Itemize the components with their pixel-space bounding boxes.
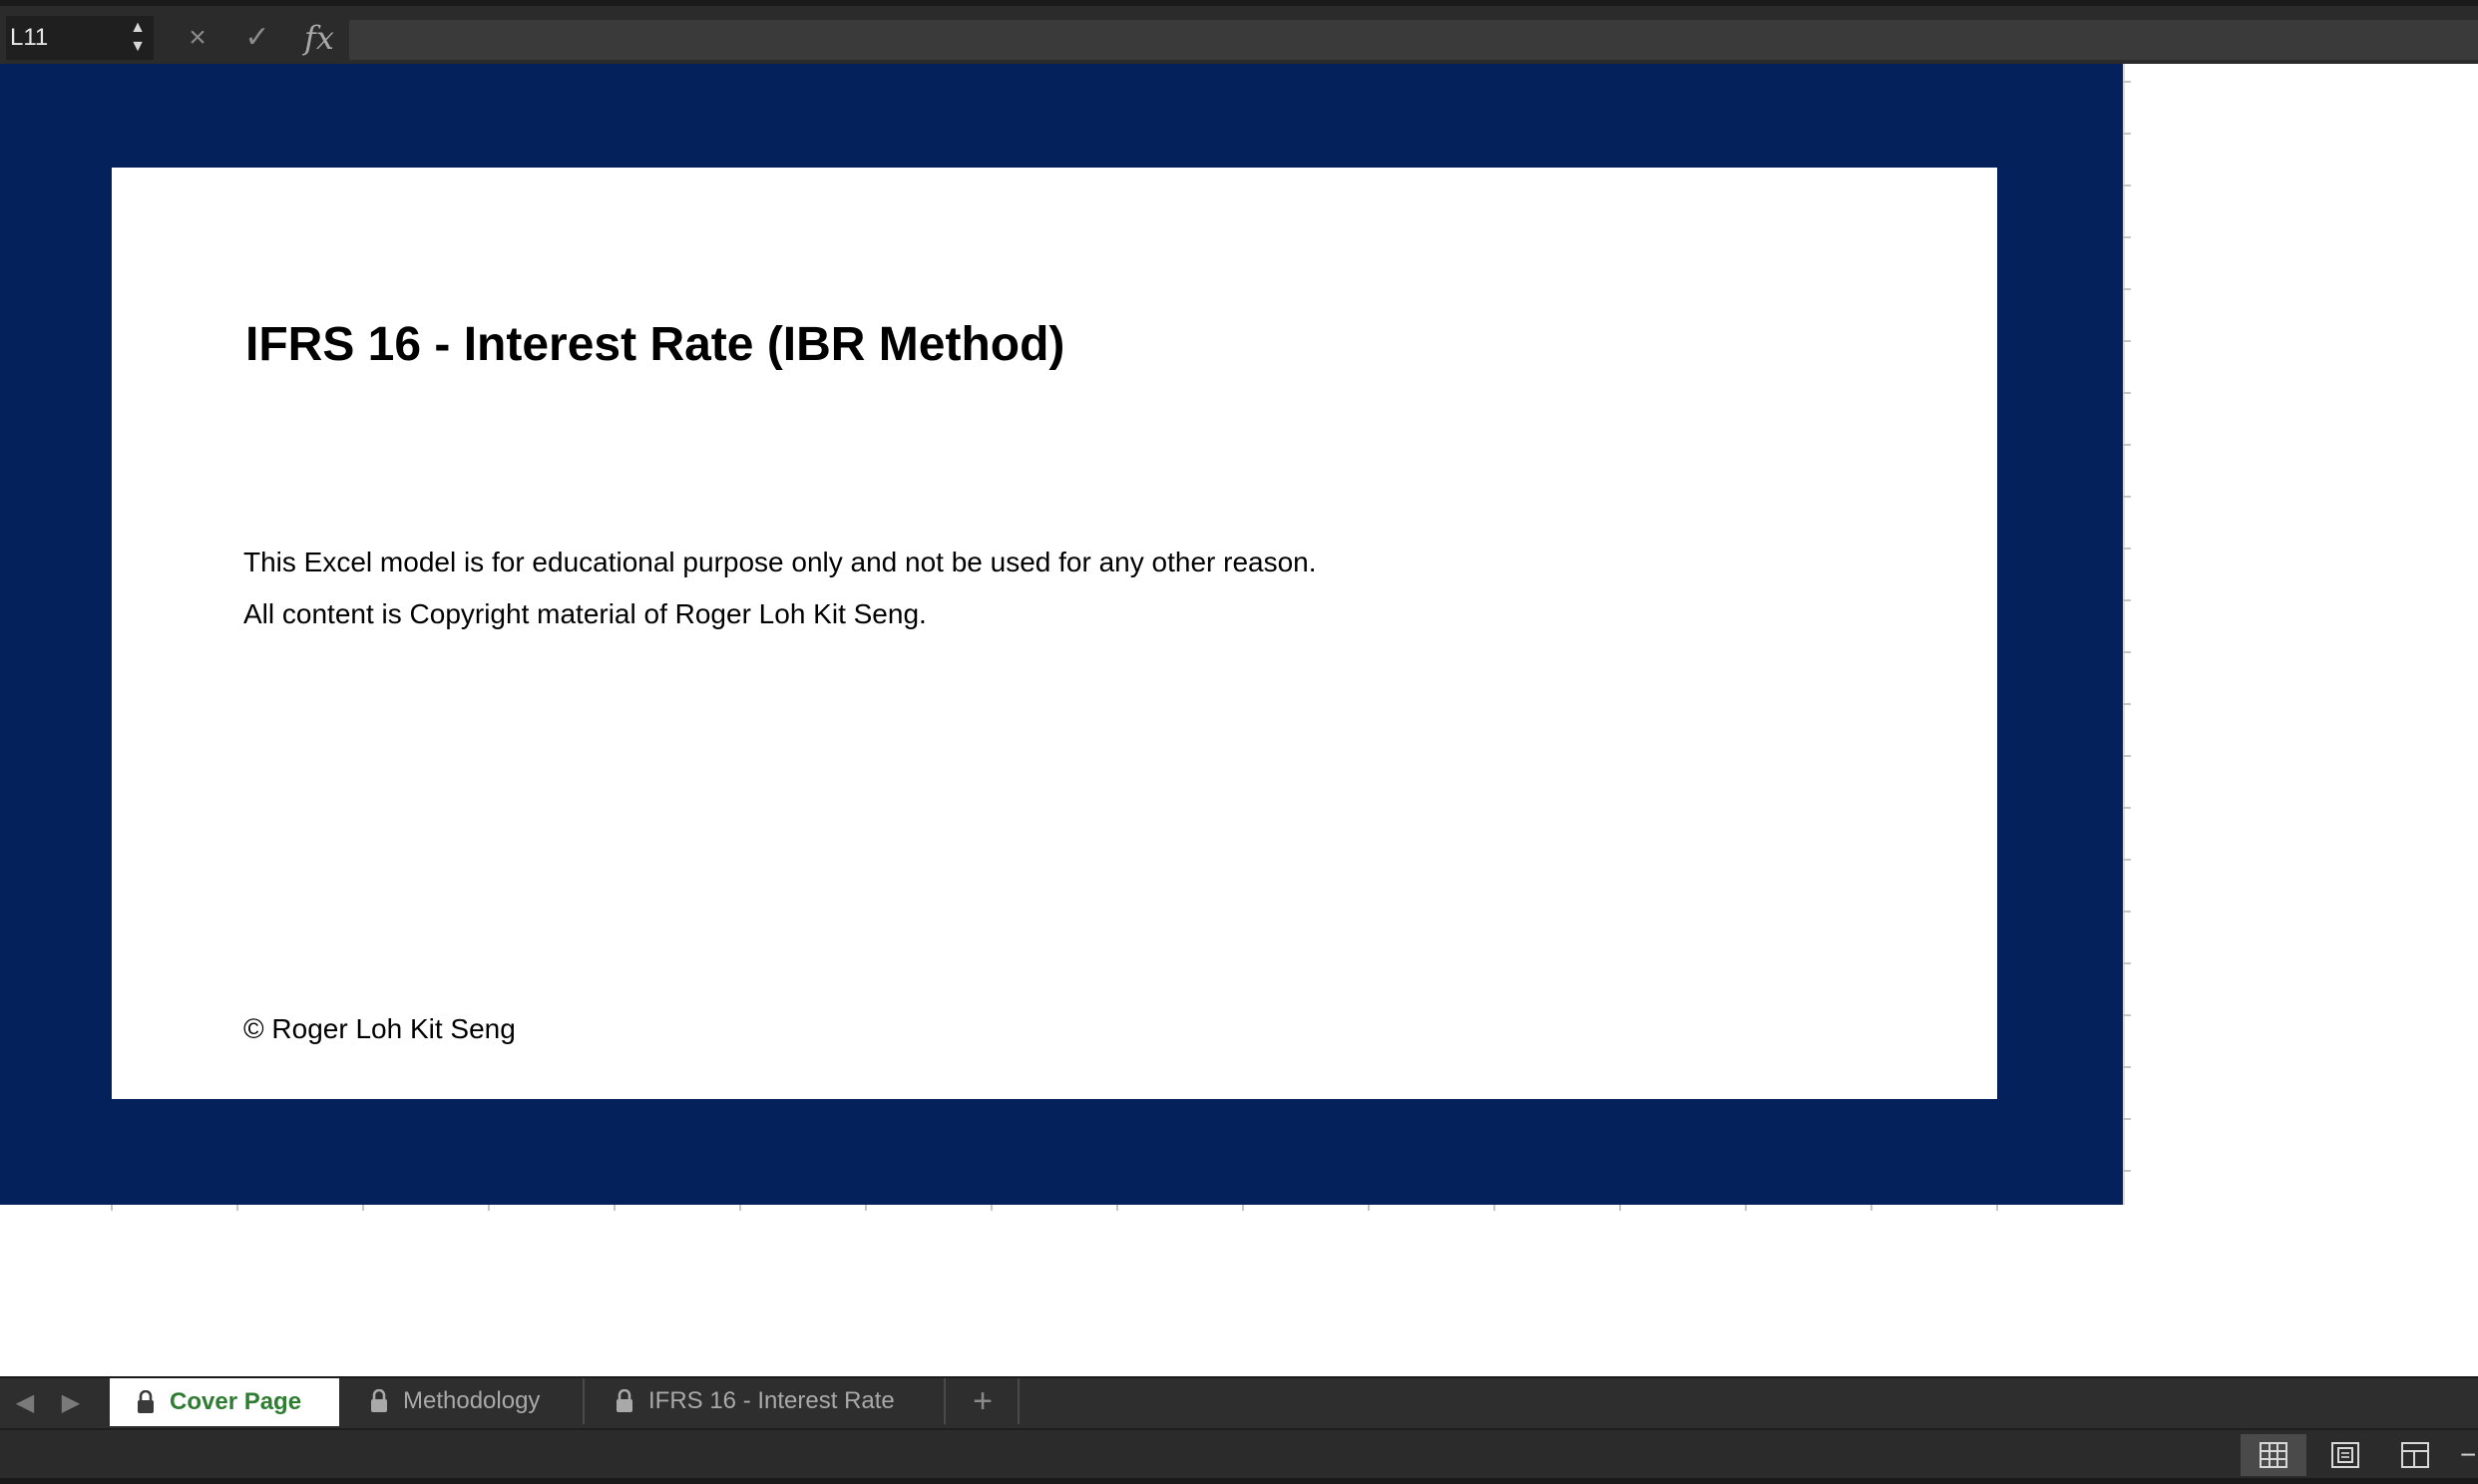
- disclaimer-line-1[interactable]: This Excel model is for educational purp…: [243, 547, 1317, 578]
- tab-methodology[interactable]: Methodology: [339, 1378, 585, 1424]
- row-gridline-ticks: [2123, 81, 2131, 1172]
- page-layout-view-button[interactable]: [2312, 1434, 2378, 1476]
- tab-label: Cover Page: [170, 1388, 302, 1415]
- formula-input[interactable]: [349, 20, 2478, 60]
- status-bar: −: [0, 1428, 2478, 1484]
- page-break-view-icon: [2401, 1442, 2429, 1468]
- lock-icon: [138, 1390, 154, 1413]
- add-sheet-button[interactable]: +: [948, 1378, 1020, 1424]
- column-gridline-ticks: [111, 1205, 1998, 1211]
- cover-title[interactable]: IFRS 16 - Interest Rate (IBR Method): [245, 317, 1064, 372]
- previous-sheet-icon[interactable]: ◀: [10, 1388, 40, 1418]
- normal-view-button[interactable]: [2241, 1434, 2306, 1476]
- sheet-tab-bar: ◀ ▶ Cover Page Methodology IFRS 16 - Int…: [0, 1376, 2478, 1428]
- page-layout-view-icon: [2331, 1442, 2359, 1468]
- tab-label: Methodology: [403, 1387, 541, 1414]
- name-box-stepper-icon[interactable]: ▲ ▼: [126, 18, 150, 60]
- insert-function-icon[interactable]: fx: [299, 16, 339, 60]
- cell-reference: L11: [10, 24, 49, 51]
- cancel-icon[interactable]: ×: [180, 16, 215, 60]
- worksheet-grid[interactable]: IFRS 16 - Interest Rate (IBR Method) Thi…: [0, 64, 2478, 1376]
- window-bottom-edge: [0, 1478, 2478, 1484]
- next-sheet-icon[interactable]: ▶: [56, 1388, 86, 1418]
- lock-icon: [371, 1389, 387, 1412]
- normal-view-icon: [2260, 1442, 2287, 1468]
- zoom-out-button[interactable]: −: [2460, 1434, 2478, 1476]
- disclaimer-line-2[interactable]: All content is Copyright material of Rog…: [243, 598, 927, 630]
- copyright-notice[interactable]: © Roger Loh Kit Seng: [243, 1013, 516, 1045]
- formula-bar: L11 ▲ ▼ × ✓ fx: [0, 0, 2478, 70]
- lock-icon: [617, 1389, 632, 1412]
- confirm-icon[interactable]: ✓: [239, 16, 275, 60]
- cover-content-panel: IFRS 16 - Interest Rate (IBR Method) Thi…: [112, 168, 1997, 1099]
- page-break-view-button[interactable]: [2382, 1434, 2448, 1476]
- tab-label: IFRS 16 - Interest Rate: [648, 1387, 895, 1414]
- tab-cover-page[interactable]: Cover Page: [110, 1378, 339, 1426]
- tab-ifrs16-interest-rate[interactable]: IFRS 16 - Interest Rate: [587, 1378, 946, 1424]
